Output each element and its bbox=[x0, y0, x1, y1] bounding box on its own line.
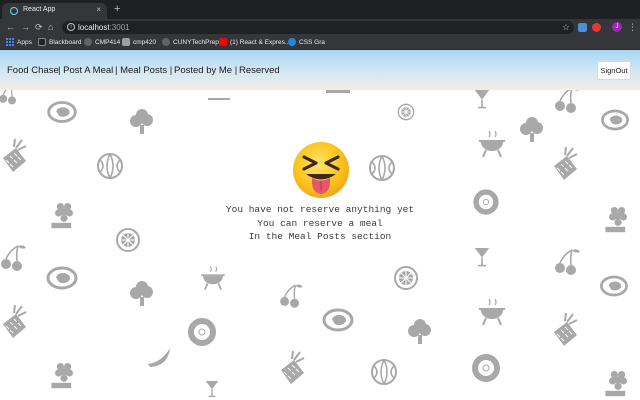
app-navbar: Food Chase | Post A Meal | Meal Posts | … bbox=[0, 50, 640, 90]
empty-state-line-1: You have not reserve anything yet bbox=[225, 204, 415, 215]
blackboard-icon bbox=[38, 38, 46, 46]
youtube-icon bbox=[219, 38, 227, 46]
bookmark-cmp420[interactable]: cmp420 bbox=[122, 36, 156, 48]
nav-reserved[interactable]: Reserved bbox=[239, 65, 280, 77]
food-pattern bbox=[0, 90, 629, 398]
globe-icon bbox=[162, 38, 170, 46]
signout-button[interactable]: SignOut bbox=[597, 61, 631, 80]
bookmark-cmp414[interactable]: CMP414 bbox=[84, 36, 120, 48]
bookmarks-bar: Apps Blackboard CMP414 cmp420 CUNYTechPr… bbox=[0, 35, 640, 50]
apps-grid-icon bbox=[6, 38, 14, 46]
url-text[interactable]: localhost:3001 bbox=[78, 22, 130, 33]
bookmark-apps[interactable]: Apps bbox=[6, 36, 32, 48]
css-icon bbox=[288, 38, 296, 46]
bookmark-star-icon[interactable]: ☆ bbox=[562, 21, 570, 33]
chrome-menu-icon[interactable]: ⋮ bbox=[628, 21, 637, 33]
empty-state-line-2: You can reserve a meal bbox=[257, 218, 383, 229]
globe-icon bbox=[84, 38, 92, 46]
back-arrow-icon[interactable]: ← bbox=[6, 21, 15, 33]
forward-arrow-icon[interactable]: → bbox=[21, 21, 30, 33]
bookmark-youtube[interactable]: (1) React & Expres... bbox=[219, 36, 290, 48]
nav-meal-posts[interactable]: | Meal Posts | bbox=[115, 65, 172, 77]
bookmark-cunytechprep[interactable]: CUNYTechPrep bbox=[162, 36, 219, 48]
food-pattern-background bbox=[0, 90, 640, 400]
bookmark-blackboard[interactable]: Blackboard bbox=[38, 36, 82, 48]
squinting-face-tongue-icon bbox=[293, 142, 349, 198]
close-tab-icon[interactable]: × bbox=[96, 5, 101, 15]
reload-icon[interactable]: ⟳ bbox=[35, 21, 43, 33]
nav-post-meal[interactable]: | Post A Meal bbox=[58, 65, 113, 77]
page-icon bbox=[122, 38, 130, 46]
extension-translate-icon[interactable] bbox=[578, 23, 587, 32]
browser-toolbar: ← → ⟳ ⌂ i localhost:3001 ☆ J ⋮ bbox=[0, 19, 640, 35]
empty-state-line-3: In the Meal Posts section bbox=[248, 231, 392, 242]
new-tab-button[interactable]: + bbox=[114, 2, 120, 16]
browser-tab[interactable]: React App × bbox=[2, 3, 107, 19]
nav-posted-by-me[interactable]: Posted by Me | bbox=[174, 65, 237, 77]
profile-avatar[interactable]: J bbox=[612, 22, 622, 32]
info-icon[interactable]: i bbox=[67, 23, 75, 31]
extension-lastpass-icon[interactable] bbox=[592, 23, 601, 32]
tab-title: React App bbox=[23, 6, 56, 13]
address-bar[interactable]: i localhost:3001 ☆ bbox=[62, 21, 574, 34]
brand-link[interactable]: Food Chase bbox=[7, 65, 59, 77]
bookmark-css-grid[interactable]: CSS Gra bbox=[288, 36, 325, 48]
home-icon[interactable]: ⌂ bbox=[48, 21, 53, 33]
react-favicon-icon bbox=[10, 7, 18, 15]
browser-tab-bar: React App × + bbox=[0, 0, 640, 19]
